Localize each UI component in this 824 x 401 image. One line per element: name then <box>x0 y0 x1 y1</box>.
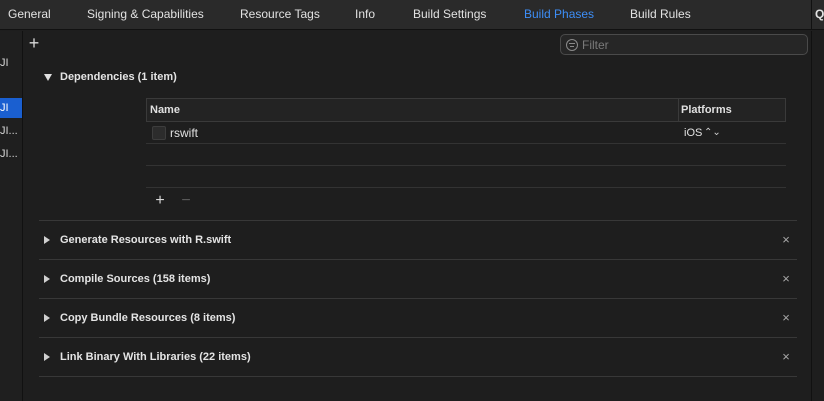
targets-sidebar: JI JI JI... JI... <box>0 31 23 401</box>
add-build-phase-button[interactable]: + <box>26 34 42 54</box>
tab-info[interactable]: Info <box>355 0 375 30</box>
close-icon[interactable]: × <box>780 272 792 286</box>
filter-icon <box>566 39 578 51</box>
table-row-empty <box>146 144 786 166</box>
section-divider <box>39 337 797 338</box>
sidebar-item-1[interactable]: JI <box>0 53 22 73</box>
table-row[interactable]: rswift iOS ⌃⌄ <box>146 122 786 144</box>
phase-title-dependencies: Dependencies (1 item) <box>60 71 177 83</box>
sidebar-item-2-selected[interactable]: JI <box>0 98 22 118</box>
phase-title-link-binary: Link Binary With Libraries (22 items) <box>60 351 251 363</box>
updown-chevron-icon[interactable]: ⌃⌄ <box>704 122 721 144</box>
phase-disclosure-icon[interactable] <box>44 352 54 362</box>
phase-disclosure-icon[interactable] <box>44 274 54 284</box>
tab-build-phases[interactable]: Build Phases <box>524 0 594 30</box>
dependencies-table: Name Platforms rswift iOS ⌃⌄ <box>146 98 786 190</box>
sidebar-item-4[interactable]: JI... <box>0 144 22 164</box>
tab-resource-tags[interactable]: Resource Tags <box>240 0 320 30</box>
tab-general[interactable]: General <box>8 0 51 30</box>
inspector-edge-label: Q <box>815 7 824 21</box>
filter-field[interactable] <box>560 34 808 55</box>
section-divider <box>39 376 797 377</box>
section-divider <box>39 259 797 260</box>
editor-tab-bar: General Signing & Capabilities Resource … <box>0 0 824 30</box>
tab-build-rules[interactable]: Build Rules <box>630 0 691 30</box>
tab-build-settings[interactable]: Build Settings <box>413 0 486 30</box>
table-row-empty <box>146 166 786 188</box>
add-dependency-button[interactable]: + <box>153 193 167 209</box>
tabbar-separator <box>811 0 812 30</box>
section-divider <box>39 220 797 221</box>
column-separator <box>678 99 679 122</box>
close-icon[interactable]: × <box>780 311 792 325</box>
column-header-name[interactable]: Name <box>150 99 180 122</box>
sidebar-item-3[interactable]: JI... <box>0 121 22 141</box>
dependencies-disclosure-icon[interactable] <box>44 72 54 82</box>
column-header-platforms[interactable]: Platforms <box>681 99 732 122</box>
inspector-edge <box>811 31 824 401</box>
tab-signing-capabilities[interactable]: Signing & Capabilities <box>87 0 204 30</box>
section-divider <box>39 298 797 299</box>
remove-dependency-button[interactable]: − <box>179 193 193 209</box>
close-icon[interactable]: × <box>780 350 792 364</box>
dependency-name: rswift <box>170 126 198 140</box>
phase-title-generate-resources: Generate Resources with R.swift <box>60 234 232 246</box>
filter-input[interactable] <box>582 36 802 53</box>
platform-popup[interactable]: iOS <box>684 122 702 144</box>
phase-disclosure-icon[interactable] <box>44 235 54 245</box>
phase-disclosure-icon[interactable] <box>44 313 54 323</box>
phase-title-compile-sources: Compile Sources (158 items) <box>60 273 211 285</box>
dependencies-table-header: Name Platforms <box>146 98 786 122</box>
close-icon[interactable]: × <box>780 233 792 247</box>
target-icon <box>152 126 166 140</box>
phase-title-copy-bundle-resources: Copy Bundle Resources (8 items) <box>60 312 236 324</box>
